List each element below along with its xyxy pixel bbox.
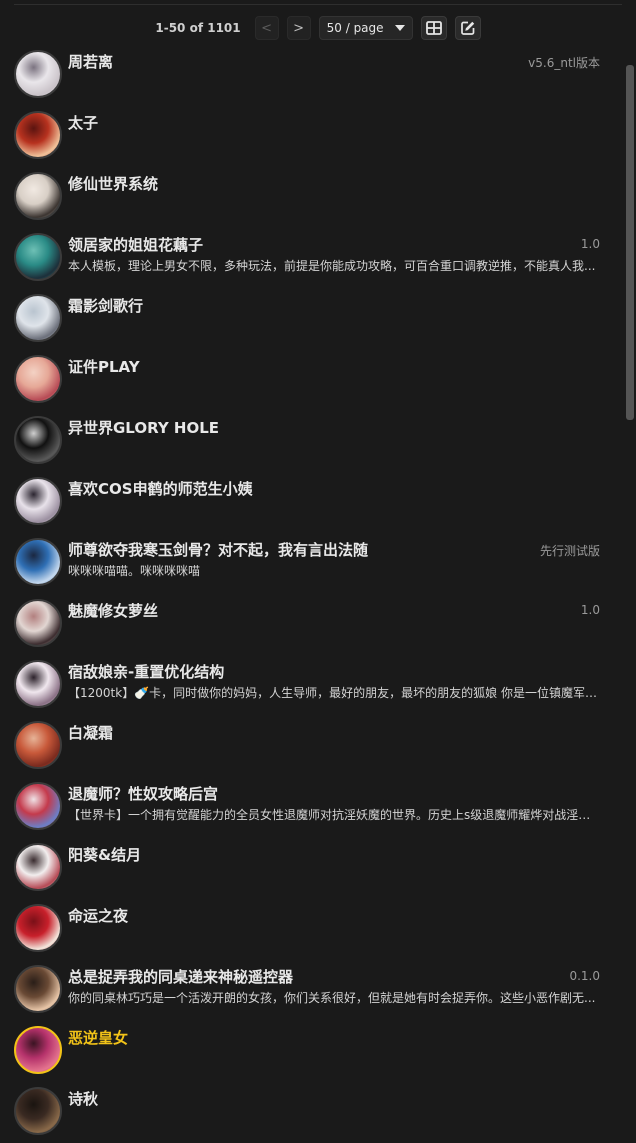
character-name: 周若离 — [68, 53, 114, 71]
character-name: 恶逆皇女 — [68, 1029, 129, 1047]
character-name: 命运之夜 — [68, 907, 129, 925]
character-name: 宿敌娘亲-重置优化结构 — [68, 663, 225, 681]
character-name: 喜欢COS申鹤的师范生小姨 — [68, 480, 253, 498]
page-size-value: 50 / page — [326, 21, 384, 35]
character-row[interactable]: 宿敌娘亲-重置优化结构【1200tk】🍼卡，同时做你的妈妈，人生导师，最好的朋友… — [0, 655, 636, 716]
version-label: 0.1.0 — [569, 969, 600, 983]
character-list: 周若离 v5.6_ntl版本太子修仙世界系统领居家的姐姐花藕子 1.0 本人模板，理论… — [0, 45, 636, 1143]
pagination-bar: 1-50 of 1101 < > 50 / page — [0, 14, 636, 42]
chevron-down-icon — [394, 25, 405, 31]
character-row[interactable]: 恶逆皇女 — [0, 1021, 636, 1082]
character-row[interactable]: 魅魔修女萝丝 1.0 — [0, 594, 636, 655]
character-name: 白凝霜 — [68, 724, 114, 742]
character-name: 证件PLAY — [68, 358, 140, 376]
avatar[interactable] — [14, 1087, 62, 1135]
avatar[interactable] — [14, 355, 62, 403]
character-row[interactable]: 修仙世界系统 — [0, 167, 636, 228]
avatar[interactable] — [14, 172, 62, 220]
avatar[interactable] — [14, 1026, 62, 1074]
character-row[interactable]: 太子 — [0, 106, 636, 167]
character-row[interactable]: 总是捉弄我的同桌递来神秘遥控器 0.1.0 你的同桌林巧巧是一个活泼开朗的女孩，你们… — [0, 960, 636, 1021]
character-row[interactable]: 喜欢COS申鹤的师范生小姨 — [0, 472, 636, 533]
avatar[interactable] — [14, 294, 62, 342]
character-row[interactable]: 异世界GLORY HOLE — [0, 411, 636, 472]
avatar[interactable] — [14, 721, 62, 769]
version-label: 1.0 — [580, 603, 600, 617]
character-name: 异世界GLORY HOLE — [68, 419, 220, 437]
avatar[interactable] — [14, 599, 62, 647]
character-description: 咪咪咪喵喵。咪咪咪咪喵 — [68, 564, 201, 578]
pagination-range: 1-50 of 1101 — [155, 21, 241, 35]
version-label: 先行测试版 — [539, 544, 600, 558]
character-row[interactable]: 阳葵&结月 — [0, 838, 636, 899]
avatar[interactable] — [14, 477, 62, 525]
character-name: 魅魔修女萝丝 — [68, 602, 159, 620]
avatar[interactable] — [14, 843, 62, 891]
avatar[interactable] — [14, 50, 62, 98]
character-name: 修仙世界系统 — [68, 175, 159, 193]
character-name: 退魔师？性奴攻略后宫 — [68, 785, 219, 803]
avatar[interactable] — [14, 233, 62, 281]
version-label: v5.6_ntl版本 — [528, 56, 600, 70]
avatar[interactable] — [14, 416, 62, 464]
version-label: 1.0 — [580, 237, 600, 251]
character-row[interactable]: 周若离 v5.6_ntl版本 — [0, 45, 636, 106]
character-row[interactable]: 退魔师？性奴攻略后宫【世界卡】一个拥有觉醒能力的全员女性退魔师对抗淫妖魔的世界。… — [0, 777, 636, 838]
character-name: 师尊欲夺我寒玉剑骨？对不起，我有言出法随 — [68, 541, 369, 559]
character-row[interactable]: 证件PLAY — [0, 350, 636, 411]
avatar[interactable] — [14, 111, 62, 159]
grid-view-button[interactable] — [420, 16, 447, 40]
character-description: 本人模板，理论上男女不限，多种玩法，前提是你能成功攻略，可百合重口调教逆推，不能… — [68, 259, 596, 273]
character-name: 总是捉弄我的同桌递来神秘遥控器 — [68, 968, 294, 986]
character-name: 霜影剑歌行 — [68, 297, 144, 315]
avatar[interactable] — [14, 965, 62, 1013]
character-row[interactable]: 霜影剑歌行 — [0, 289, 636, 350]
character-name: 太子 — [68, 114, 99, 132]
grid-icon — [425, 21, 442, 35]
character-name: 阳葵&结月 — [68, 846, 142, 864]
character-description: 你的同桌林巧巧是一个活泼开朗的女孩，你们关系很好，但就是她有时会捉弄你。这些小恶… — [68, 991, 596, 1005]
avatar[interactable] — [14, 904, 62, 952]
avatar[interactable] — [14, 538, 62, 586]
character-row[interactable]: 领居家的姐姐花藕子 1.0 本人模板，理论上男女不限，多种玩法，前提是你能成功攻略，… — [0, 228, 636, 289]
character-name: 诗秋 — [68, 1090, 99, 1108]
character-description: 【世界卡】一个拥有觉醒能力的全员女性退魔师对抗淫妖魔的世界。历史上s级退魔师耀烨… — [68, 808, 601, 822]
avatar[interactable] — [14, 660, 62, 708]
character-row[interactable]: 命运之夜 — [0, 899, 636, 960]
prev-page-button[interactable]: < — [254, 16, 279, 40]
next-page-button[interactable]: > — [286, 16, 311, 40]
character-row[interactable]: 白凝霜 — [0, 716, 636, 777]
avatar[interactable] — [14, 782, 62, 830]
character-name: 领居家的姐姐花藕子 — [68, 236, 204, 254]
top-divider — [14, 4, 622, 5]
character-row[interactable]: 师尊欲夺我寒玉剑骨？对不起，我有言出法随 先行测试版咪咪咪喵喵。咪咪咪咪喵 — [0, 533, 636, 594]
page-size-select[interactable]: 50 / page — [318, 16, 413, 40]
character-row[interactable]: 诗秋 — [0, 1082, 636, 1143]
edit-button[interactable] — [454, 16, 481, 40]
character-description: 【1200tk】🍼卡，同时做你的妈妈，人生导师，最好的朋友，最坏的朋友的狐娘 你… — [68, 686, 601, 700]
edit-icon — [460, 21, 474, 35]
